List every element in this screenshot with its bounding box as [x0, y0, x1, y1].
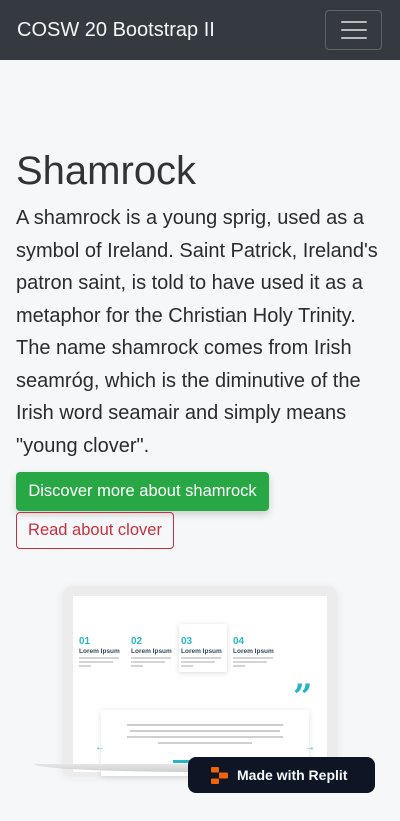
- discover-shamrock-button[interactable]: Discover more about shamrock: [16, 472, 269, 511]
- step-number: 02: [131, 636, 143, 647]
- hamburger-menu-icon: [340, 21, 367, 39]
- step-number: 04: [233, 636, 245, 647]
- laptop-screen: 01 Lorem Ipsum 02 Lorem Ipsum 03 Lorem I…: [63, 586, 337, 776]
- step-title: Lorem Ipsum: [233, 648, 274, 655]
- step-title: Lorem Ipsum: [181, 648, 222, 655]
- step-number: 01: [79, 636, 91, 647]
- laptop-mockup-image: 01 Lorem Ipsum 02 Lorem Ipsum 03 Lorem I…: [34, 576, 366, 776]
- replit-logo-icon: [211, 767, 228, 784]
- quote-mark-icon: ”: [293, 677, 313, 717]
- testimonial-text-lines: [127, 724, 283, 748]
- step-text-lines: [233, 657, 273, 669]
- steps-row: 01 Lorem Ipsum 02 Lorem Ipsum 03 Lorem I…: [77, 624, 287, 684]
- step-title: Lorem Ipsum: [79, 648, 120, 655]
- laptop-screen-content: 01 Lorem Ipsum 02 Lorem Ipsum 03 Lorem I…: [73, 596, 327, 776]
- arrow-right-icon: →: [305, 742, 315, 753]
- made-with-replit-badge[interactable]: Made with Replit: [188, 757, 375, 793]
- step-item: 01 Lorem Ipsum: [77, 624, 125, 672]
- page-title: Shamrock: [16, 149, 197, 193]
- step-number: 03: [181, 636, 193, 647]
- navbar-brand[interactable]: COSW 20 Bootstrap II: [17, 17, 215, 43]
- navbar: COSW 20 Bootstrap II: [0, 0, 400, 60]
- replit-badge-label: Made with Replit: [237, 767, 348, 783]
- step-text-lines: [131, 657, 171, 669]
- step-text-lines: [181, 657, 221, 669]
- step-item-active: 03 Lorem Ipsum: [179, 624, 227, 672]
- arrow-left-icon: ←: [95, 742, 105, 753]
- step-item: 04 Lorem Ipsum: [231, 624, 279, 672]
- intro-paragraph: A shamrock is a young sprig, used as a s…: [16, 207, 378, 457]
- read-clover-button[interactable]: Read about clover: [16, 512, 174, 549]
- step-item: 02 Lorem Ipsum: [129, 624, 177, 672]
- navbar-toggler-button[interactable]: [325, 10, 382, 50]
- step-title: Lorem Ipsum: [131, 648, 172, 655]
- step-text-lines: [79, 657, 119, 669]
